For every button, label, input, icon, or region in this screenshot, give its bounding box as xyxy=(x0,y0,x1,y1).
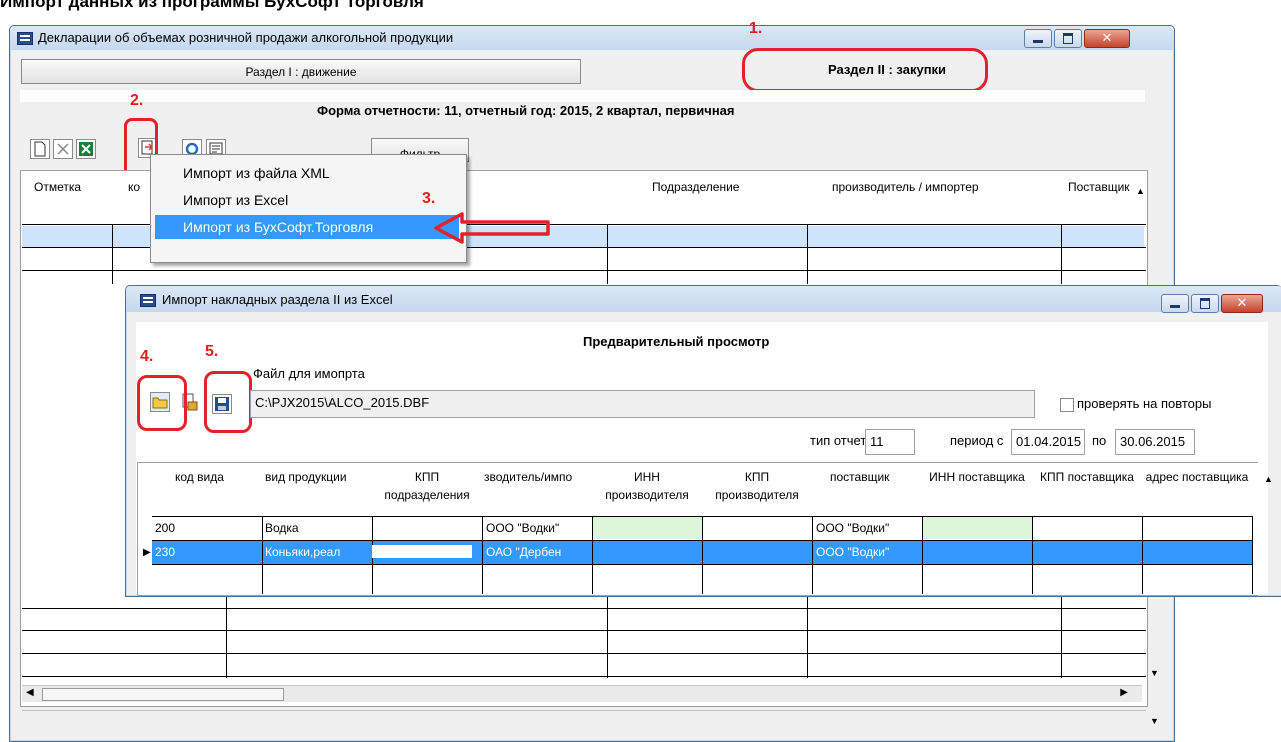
import-window-title: Импорт накладных раздела II из Excel xyxy=(162,292,393,307)
scroll-left-icon[interactable]: ◀ xyxy=(26,687,34,698)
header-band xyxy=(20,90,1145,102)
col-mark[interactable]: Отметка xyxy=(34,180,81,194)
check-repeats-label: проверять на повторы xyxy=(1077,396,1212,411)
app-icon xyxy=(17,32,33,45)
col-code[interactable]: ко xyxy=(128,180,140,194)
period-to-field[interactable]: 30.06.2015 xyxy=(1115,429,1195,455)
period-from-label: период с xyxy=(950,433,1004,448)
annotation-box-4 xyxy=(137,375,187,431)
col-subdivision[interactable]: Подразделение xyxy=(652,180,739,194)
delete-icon[interactable] xyxy=(53,139,73,159)
import-close-button[interactable]: ✕ xyxy=(1221,294,1263,313)
import-maximize-button[interactable] xyxy=(1191,294,1219,313)
main-window-title: Декларации об объемах розничной продажи … xyxy=(38,30,454,45)
preview-col-4[interactable]: ИНН производителя xyxy=(592,468,702,504)
period-to-label: по xyxy=(1092,433,1107,448)
col-producer[interactable]: производитель / импортер xyxy=(832,180,979,194)
file-path-field[interactable]: C:\PJX2015\ALCO_2015.DBF xyxy=(250,390,1035,418)
scroll-thumb[interactable] xyxy=(42,688,284,701)
annotation-1: 1. xyxy=(749,20,763,37)
check-repeats-checkbox[interactable] xyxy=(1060,398,1074,412)
annotation-4: 4. xyxy=(140,348,154,365)
row-1-supplier: ООО "Водки" xyxy=(816,545,890,559)
grid-scroll-up-icon[interactable]: ▲ xyxy=(1136,186,1145,196)
preview-col-6[interactable]: поставщик xyxy=(830,470,889,484)
preview-col-5[interactable]: КПП производителя xyxy=(702,468,812,504)
close-button[interactable]: ✕ xyxy=(1084,29,1130,48)
row-1-producer: ОАО "Дербен xyxy=(486,545,562,559)
import-app-icon xyxy=(140,294,156,307)
row-0-product: Водка xyxy=(265,521,299,535)
row-1-code: 230 xyxy=(155,545,176,559)
preview-col-9[interactable]: адрес поставщика xyxy=(1142,468,1252,486)
report-type-field[interactable]: 11 xyxy=(865,429,915,455)
scroll-right-icon[interactable]: ▶ xyxy=(1120,687,1128,698)
preview-green-cell-2 xyxy=(922,517,1032,539)
preview-col-8[interactable]: КПП поставщика xyxy=(1032,468,1142,486)
grid-scroll-down-icon-2[interactable]: ▼ xyxy=(1150,716,1159,726)
row-0-producer: ООО "Водки" xyxy=(486,521,560,535)
preview-col-3[interactable]: зводитель/импо xyxy=(484,470,591,484)
grid-scroll-down-icon[interactable]: ▼ xyxy=(1150,668,1159,678)
preview-scroll-up-icon[interactable]: ▲ xyxy=(1264,474,1273,484)
minimize-button[interactable] xyxy=(1024,29,1052,48)
menu-item-import-buhsoft[interactable]: Импорт из БухСофт.Торговля xyxy=(155,215,459,239)
menu-item-import-xml[interactable]: Импорт из файла XML xyxy=(155,161,459,185)
excel-export-icon[interactable] xyxy=(76,139,96,159)
import-window-titlebar[interactable]: Импорт накладных раздела II из Excel ✕ xyxy=(126,286,1281,313)
import-minimize-button[interactable] xyxy=(1161,294,1189,313)
preview-col-0[interactable]: код вида xyxy=(175,470,224,484)
annotation-5: 5. xyxy=(205,343,219,360)
page-heading: Импорт данных из программы БухСофт Торго… xyxy=(0,0,424,11)
tab-section-1[interactable]: Раздел I : движение xyxy=(21,59,581,84)
preview-col-7[interactable]: ИНН поставщика xyxy=(922,468,1032,486)
row-0-supplier: ООО "Водки" xyxy=(816,521,890,535)
annotation-box-5 xyxy=(204,371,252,433)
report-type-label: тип отчета xyxy=(810,433,874,448)
preview-title: Предварительный просмотр xyxy=(583,334,770,349)
file-label: Файл для имопрта xyxy=(253,366,365,381)
col-supplier[interactable]: Поставщик xyxy=(1068,180,1130,194)
import-menu: Импорт из файла XML Импорт из Excel Импо… xyxy=(150,154,467,263)
row-pointer-icon: ▶ xyxy=(143,547,151,558)
annotation-2: 2. xyxy=(130,92,144,109)
row-1-product: Коньяки,реал xyxy=(265,545,341,559)
report-info: Форма отчетности: 11, отчетный год: 2015… xyxy=(317,103,735,118)
menu-item-import-excel[interactable]: Импорт из Excel xyxy=(155,188,459,212)
preview-green-cell-1 xyxy=(592,517,702,539)
row-0-code: 200 xyxy=(155,521,176,535)
period-from-field[interactable]: 01.04.2015 xyxy=(1011,429,1085,455)
maximize-button[interactable] xyxy=(1054,29,1082,48)
main-window-titlebar[interactable]: Декларации об объемах розничной продажи … xyxy=(10,26,1174,50)
annotation-box-1 xyxy=(742,48,988,92)
preview-col-1[interactable]: вид продукции xyxy=(265,470,347,484)
horizontal-scrollbar[interactable]: ◀ ▶ xyxy=(22,685,1142,702)
redacted-block xyxy=(372,545,472,558)
annotation-arrow-icon xyxy=(434,212,550,244)
preview-col-2[interactable]: КПП подразделения xyxy=(372,468,482,504)
new-doc-icon[interactable] xyxy=(30,139,50,159)
annotation-3: 3. xyxy=(422,190,436,207)
